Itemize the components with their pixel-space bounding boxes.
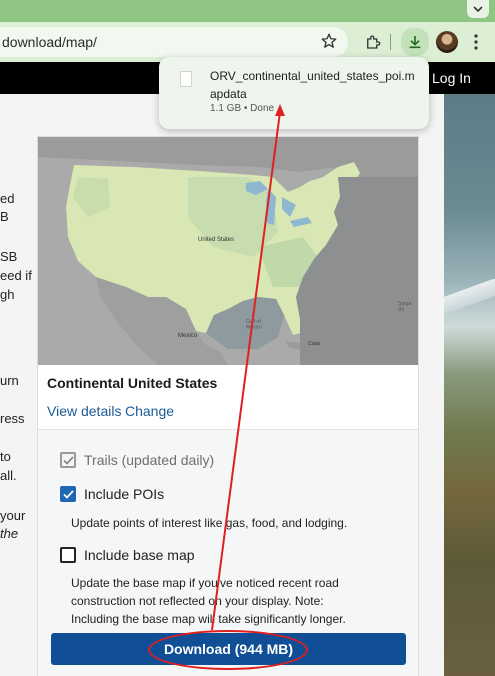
download-file-name[interactable]: ORV_continental_united_states_poi.mapdat… xyxy=(210,67,420,103)
pois-help-text: Update points of interest like gas, food… xyxy=(71,516,348,530)
pois-option[interactable]: Include POIs xyxy=(60,486,164,502)
map-label-gulf: Gulf of Mexico xyxy=(246,319,262,331)
star-icon[interactable] xyxy=(320,32,340,52)
trails-label: Trails (updated daily) xyxy=(84,452,215,468)
trails-option: Trails (updated daily) xyxy=(60,452,214,468)
text-fragment: eed if xyxy=(0,268,32,283)
download-icon[interactable] xyxy=(401,28,429,56)
check-icon xyxy=(62,489,74,499)
avatar[interactable] xyxy=(436,31,458,53)
text-fragment: ed xyxy=(0,191,15,206)
trails-checkbox xyxy=(60,452,76,468)
download-bubble: ORV_continental_united_states_poi.mapdat… xyxy=(159,57,429,129)
file-icon xyxy=(180,71,192,87)
tab-strip xyxy=(0,0,495,22)
browser-toolbar: download/map/ xyxy=(0,22,495,62)
region-title: Continental United States xyxy=(47,375,218,391)
map-label-country: United States xyxy=(198,237,234,243)
text-fragment: all. xyxy=(0,468,17,483)
text-fragment: to xyxy=(0,449,11,464)
page-content: ed B SB eed if gh urn ress to all. your … xyxy=(0,94,444,676)
view-details-link[interactable]: View details xyxy=(47,403,121,419)
address-bar[interactable]: download/map/ xyxy=(0,27,348,57)
map-label-cuba: Cuba xyxy=(308,341,320,347)
chevron-down-icon xyxy=(473,0,483,18)
map-card: United States Mexico Gulf of Mexico Cuba … xyxy=(37,136,419,676)
text-fragment: the xyxy=(0,526,19,541)
more-vert-icon[interactable] xyxy=(464,30,488,54)
login-link[interactable]: Log In xyxy=(432,70,471,86)
basemap-help-text: Update the base map if you've noticed re… xyxy=(71,576,346,626)
annotation-circle xyxy=(148,630,308,670)
text-fragment: your xyxy=(0,508,26,523)
download-status: 1.1 GB • Done xyxy=(210,103,275,114)
left-column-text: ed B SB eed if gh urn ress to all. your … xyxy=(0,94,37,676)
basemap-option[interactable]: Include base map xyxy=(60,547,195,563)
text-fragment: SB xyxy=(0,249,18,264)
basemap-label[interactable]: Include base map xyxy=(84,547,195,563)
change-link[interactable]: Change xyxy=(125,403,174,419)
address-url[interactable]: download/map/ xyxy=(2,34,97,50)
background-photo xyxy=(444,94,495,676)
extensions-icon[interactable] xyxy=(361,30,385,54)
map-label-mexico: Mexico xyxy=(178,333,198,339)
basemap-checkbox[interactable] xyxy=(60,547,76,563)
pois-checkbox[interactable] xyxy=(60,486,76,502)
text-fragment: gh xyxy=(0,287,15,302)
text-fragment: ress xyxy=(0,411,25,426)
pois-label[interactable]: Include POIs xyxy=(84,486,164,502)
map-preview: United States Mexico Gulf of Mexico Cuba … xyxy=(38,137,418,365)
toolbar-separator xyxy=(390,34,391,50)
text-fragment: urn xyxy=(0,373,19,388)
tab-search-button[interactable] xyxy=(467,0,489,18)
check-icon xyxy=(62,455,74,465)
text-fragment: B xyxy=(0,209,9,224)
